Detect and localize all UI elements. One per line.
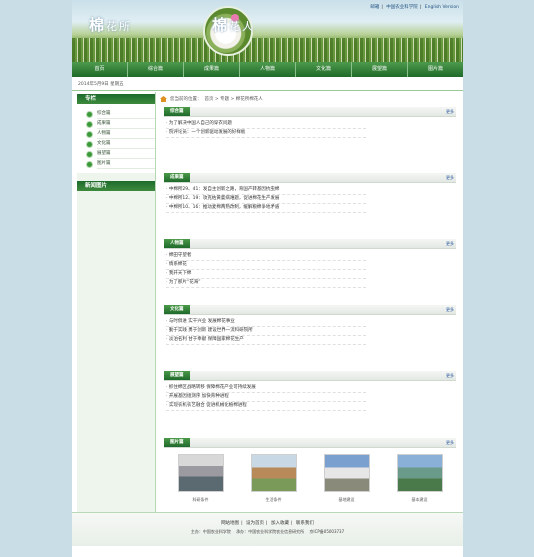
link-sitemap[interactable]: 网站地图 <box>221 521 239 526</box>
gallery-item[interactable]: 科研条件 <box>177 454 225 503</box>
section-title: 综合篇 <box>164 107 190 116</box>
photo-research-lab[interactable] <box>177 454 224 492</box>
list-item[interactable]: 情系棉花 <box>166 261 366 270</box>
nav-culture[interactable]: 文化篇 <box>296 62 352 77</box>
divider <box>72 90 463 91</box>
logo-cotton-people: 棉花人 <box>212 16 256 34</box>
section-title: 人物篇 <box>164 239 190 248</box>
bullet-icon <box>87 151 92 157</box>
header-banner: 棉花所 棉花人 邮箱 | 中国农业科学院 | English Version <box>72 0 463 62</box>
section-title: 成果篇 <box>164 173 190 182</box>
nav-pictures[interactable]: 图片篇 <box>408 62 463 77</box>
photo-base[interactable] <box>323 454 370 492</box>
bullet-icon <box>87 141 92 147</box>
sidebar-item-achievements[interactable]: 成果篇 <box>87 119 155 129</box>
list-item[interactable]: 为了解决中国人自己的穿衣问题 <box>166 120 366 129</box>
section-title: 展望篇 <box>164 371 190 380</box>
more-link[interactable]: 更多 <box>446 175 454 181</box>
breadcrumb: 您当前的位置： 首页 > 专题 > 棉花所棉花人 <box>160 96 263 102</box>
photo-construction[interactable] <box>396 454 443 492</box>
cotton-field-image <box>72 38 463 62</box>
home-icon <box>160 96 167 102</box>
sidebar-title: 专栏 <box>77 94 155 104</box>
section-header: 人物篇 更多 <box>164 239 456 249</box>
section-pictures: 图片篇 更多 科研条件 生活条件 基地建设 基本建设 <box>164 438 456 508</box>
list-item[interactable]: 棉田守望者 <box>166 252 366 261</box>
photo-living[interactable] <box>250 454 297 492</box>
more-link[interactable]: 更多 <box>446 307 454 313</box>
page-container: 棉花所 棉花人 邮箱 | 中国农业科学院 | English Version 首页 … <box>72 0 463 557</box>
breadcrumb-path[interactable]: 首页 > 专题 > 棉花所棉花人 <box>205 96 263 102</box>
column-divider <box>155 92 156 512</box>
list-item[interactable]: 开展基因组测序 加快育种进程 <box>166 393 366 402</box>
main-nav: 首页 综合篇 成果篇 人物篇 文化篇 展望篇 图片篇 <box>72 62 463 77</box>
link-email[interactable]: 邮箱 <box>370 5 379 10</box>
section-header: 成果篇 更多 <box>164 173 456 183</box>
more-link[interactable]: 更多 <box>446 373 454 379</box>
photo-caption: 科研条件 <box>192 497 209 502</box>
list-item[interactable]: 抓住棉区战略转移 保障棉花产业可持续发展 <box>166 384 366 393</box>
list-item[interactable]: 为了那片“花海” <box>166 279 366 288</box>
section-people: 人物篇 更多 棉田守望者 情系棉花 我开天下棉 为了那片“花海” <box>164 239 456 301</box>
link-contact[interactable]: 联系我们 <box>296 521 314 526</box>
link-english[interactable]: English Version <box>425 5 459 10</box>
section-title: 图片篇 <box>164 438 190 447</box>
sidebar-item-pictures[interactable]: 图片篇 <box>87 159 155 169</box>
bullet-icon <box>87 131 92 137</box>
photo-gallery: 科研条件 生活条件 基地建设 基本建设 <box>164 448 456 503</box>
more-link[interactable]: 更多 <box>446 109 454 115</box>
nav-home[interactable]: 首页 <box>72 62 128 77</box>
list-item[interactable]: 中棉所10、16：推动麦棉两熟改制，缓解粮棉争地矛盾 <box>166 204 366 213</box>
nav-people[interactable]: 人物篇 <box>240 62 296 77</box>
section-culture: 文化篇 更多 与时俱进 实干兴业 发展棉花事业 勤于实践 勇于创新 建设世界一流… <box>164 305 456 367</box>
nav-outlook[interactable]: 展望篇 <box>352 62 408 77</box>
sidebar-item-outlook[interactable]: 展望篇 <box>87 149 155 159</box>
logo-cotton-institute: 棉花所 <box>89 16 133 34</box>
section-achievements: 成果篇 更多 中棉所29、41：发自主创新之路，育国产转基因抗虫棉 中棉所12、… <box>164 173 456 235</box>
section-header: 图片篇 更多 <box>164 438 456 448</box>
section-general: 综合篇 更多 为了解决中国人自己的穿衣问题 院评论员：一个创新驱动发展的好样板 <box>164 107 456 169</box>
sidebar: 专栏 综合篇 成果篇 人物篇 文化篇 展望篇 图片篇 新闻图片 <box>77 94 155 512</box>
breadcrumb-prefix: 您当前的位置： <box>170 97 202 102</box>
photo-caption: 基地建设 <box>338 497 355 502</box>
footer-links: 网站地图 | 设为首页 | 加入收藏 | 联系我们 <box>221 521 314 526</box>
more-link[interactable]: 更多 <box>446 241 454 247</box>
current-date: 2014年5月9日 星期五 <box>78 82 124 87</box>
list-item[interactable]: 我开天下棉 <box>166 270 366 279</box>
sidebar-list: 综合篇 成果篇 人物篇 文化篇 展望篇 图片篇 <box>77 104 155 173</box>
bullet-icon <box>87 111 92 117</box>
gallery-item[interactable]: 基本建设 <box>396 454 444 503</box>
photo-caption: 基本建设 <box>411 497 428 502</box>
list-item[interactable]: 中棉所12、19：攻克枯黄萎病难题，促进棉花生产发展 <box>166 195 366 204</box>
link-bookmark[interactable]: 加入收藏 <box>271 521 289 526</box>
list-item[interactable]: 中棉所29、41：发自主创新之路，育国产转基因抗虫棉 <box>166 186 366 195</box>
nav-general[interactable]: 综合篇 <box>128 62 184 77</box>
sidebar-news-pictures-title: 新闻图片 <box>77 181 155 191</box>
section-title: 文化篇 <box>164 305 190 314</box>
link-set-home[interactable]: 设为首页 <box>246 521 264 526</box>
list-item[interactable]: 与时俱进 实干兴业 发展棉花事业 <box>166 318 366 327</box>
sidebar-item-people[interactable]: 人物篇 <box>87 129 155 139</box>
footer: 网站地图 | 设为首页 | 加入收藏 | 联系我们 主办：中国农业科学院 承办：中国农… <box>72 512 463 546</box>
footer-info: 主办：中国农业科学院 承办：中国农业科学院农业信息研究所 京ICP备050037… <box>190 529 345 534</box>
list-item[interactable]: 院评论员：一个创新驱动发展的好样板 <box>166 129 366 138</box>
sidebar-item-general[interactable]: 综合篇 <box>87 109 155 119</box>
gallery-item[interactable]: 生活条件 <box>250 454 298 503</box>
bullet-icon <box>87 121 92 127</box>
sidebar-item-culture[interactable]: 文化篇 <box>87 139 155 149</box>
list-item[interactable]: 勤于实践 勇于创新 建设世界一流科研院所 <box>166 327 366 336</box>
section-header: 展望篇 更多 <box>164 371 456 381</box>
section-header: 文化篇 更多 <box>164 305 456 315</box>
bullet-icon <box>87 161 92 167</box>
more-link[interactable]: 更多 <box>446 440 454 446</box>
list-item[interactable]: 实现农机农艺融合 促进机械化植棉进程 <box>166 402 366 411</box>
top-links: 邮箱 | 中国农业科学院 | English Version <box>370 5 459 10</box>
section-header: 综合篇 更多 <box>164 107 456 117</box>
list-item[interactable]: 淡泊名利 甘于奉献 保障国家棉花生产 <box>166 336 366 345</box>
section-outlook: 展望篇 更多 抓住棉区战略转移 保障棉花产业可持续发展 开展基因组测序 加快育种… <box>164 371 456 433</box>
nav-achievements[interactable]: 成果篇 <box>184 62 240 77</box>
gallery-item[interactable]: 基地建设 <box>323 454 371 503</box>
photo-caption: 生活条件 <box>265 497 282 502</box>
link-caas[interactable]: 中国农业科学院 <box>386 5 418 10</box>
